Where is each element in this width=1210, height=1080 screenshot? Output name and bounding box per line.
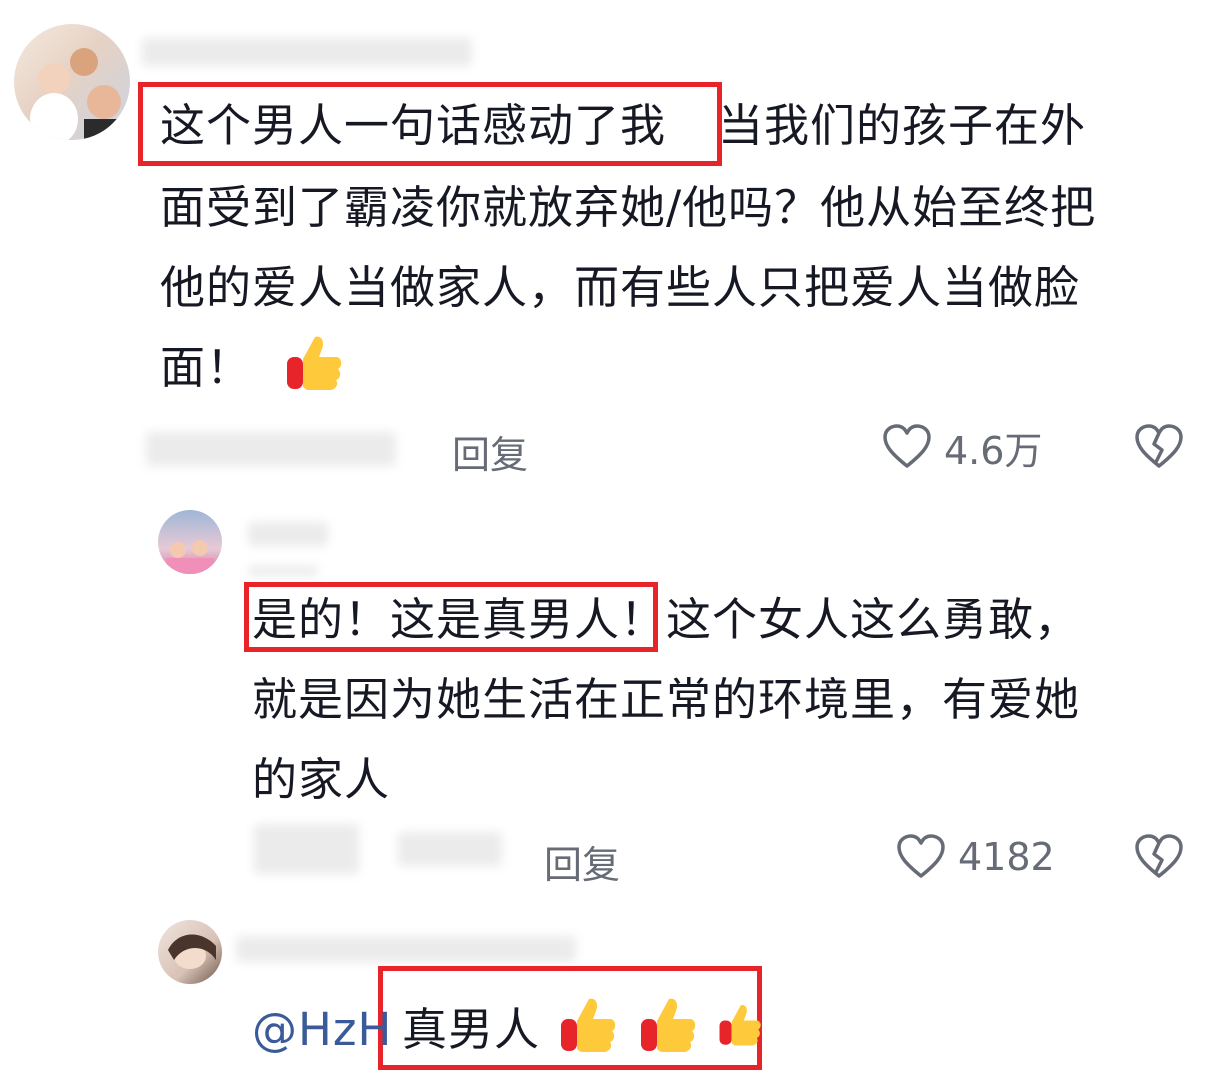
comment-text-line-3: 他的爱人当做家人，而有些人只把爱人当做脸	[160, 261, 1081, 314]
timestamp-blurred	[254, 824, 359, 874]
commenter-avatar[interactable]	[14, 24, 130, 140]
commenter-avatar[interactable]	[158, 510, 222, 574]
like-count: 4182	[958, 835, 1055, 879]
reply-button[interactable]: 回复	[452, 424, 528, 479]
highlighted-text: 真男人	[402, 1003, 541, 1056]
timestamp-blurred	[398, 832, 502, 866]
thumbs-up-emoji	[287, 336, 342, 390]
username-blurred[interactable]	[248, 522, 328, 546]
broken-heart-icon[interactable]	[1134, 424, 1184, 470]
like-button[interactable]: 4182	[896, 830, 1055, 884]
comment-text-line-2: 就是因为她生活在正常的环境里，有爱她	[252, 673, 1081, 726]
thumbs-up-emoji	[640, 998, 695, 1052]
comment-text-line-1: 是的！这是真男人！这个女人这么勇敢，	[252, 580, 1080, 660]
username-blurred[interactable]	[236, 936, 576, 962]
broken-heart-icon[interactable]	[1134, 834, 1184, 880]
comment-text-line-1: @HzH 真男人	[252, 990, 762, 1070]
mention-link[interactable]: @HzH	[252, 990, 402, 1070]
highlighted-text: 是的！这是真男人	[252, 593, 621, 646]
comment-text-line-3: 的家人	[252, 753, 391, 806]
comment-text: 面！	[160, 341, 253, 394]
reply-button[interactable]: 回复	[544, 834, 620, 889]
comment-text-line-4: 面！	[160, 328, 343, 408]
comment-text-line-2: 面受到了霸凌你就放弃她/他吗？他从始至终把	[160, 181, 1097, 234]
heart-outline-icon	[883, 424, 931, 468]
thumbs-up-emoji	[719, 1004, 761, 1046]
comment-text: ！这个女人这么勇敢，	[620, 593, 1081, 646]
comment-text: 当我们的孩子在外	[718, 99, 1087, 152]
username-blurred[interactable]	[142, 38, 472, 66]
username-blurred	[248, 566, 318, 576]
like-count: 4.6万	[944, 428, 1043, 473]
thumbs-up-emoji	[561, 998, 616, 1052]
highlighted-text: 这个男人一句话感动了我	[160, 99, 667, 152]
commenter-avatar[interactable]	[158, 920, 222, 984]
like-button[interactable]: 4.6万	[882, 420, 1042, 474]
heart-outline-icon	[897, 834, 945, 878]
timestamp-blurred	[146, 432, 396, 466]
comment-text-line-1: 这个男人一句话感动了我 当我们的孩子在外	[160, 86, 1180, 166]
